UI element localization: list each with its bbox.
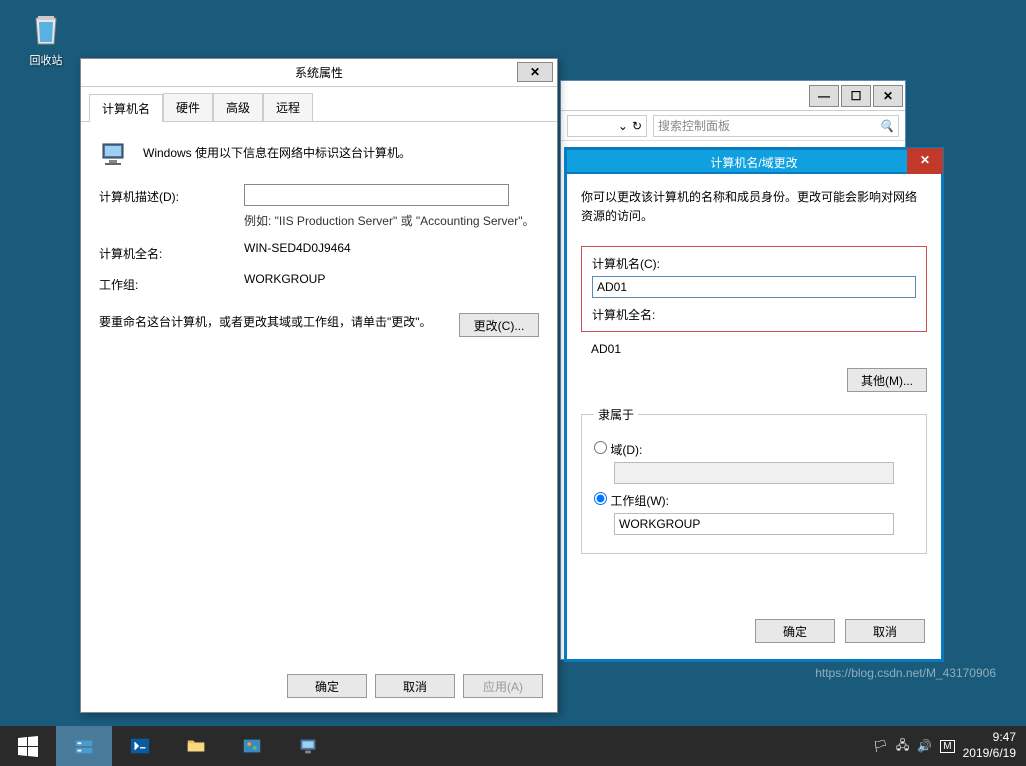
cancel-button[interactable]: 取消 — [845, 619, 925, 643]
fullname-label: 计算机全名: — [99, 241, 244, 262]
dialog-title: 计算机名/域更改 — [710, 156, 797, 170]
computer-name-label: 计算机名(C): — [592, 255, 916, 272]
refresh-icon[interactable]: ↻ — [632, 119, 642, 133]
fullname-label: 计算机全名: — [592, 306, 916, 323]
computer-name-input[interactable] — [592, 276, 916, 298]
task-explorer[interactable] — [168, 726, 224, 766]
ok-button[interactable]: 确定 — [755, 619, 835, 643]
tab-computer-name[interactable]: 计算机名 — [89, 94, 163, 122]
computer-icon — [99, 138, 131, 170]
search-icon: 🔍 — [879, 119, 894, 133]
description-hint: 例如: "IIS Production Server" 或 "Accountin… — [244, 212, 539, 231]
tray-flag-icon[interactable]: 🏳 — [873, 739, 888, 753]
clock[interactable]: 9:47 2019/6/19 — [963, 730, 1016, 761]
tray-ime-icon[interactable]: M — [940, 740, 954, 753]
fullname-value: AD01 — [581, 340, 927, 364]
ok-button[interactable]: 确定 — [287, 674, 367, 698]
member-of-legend: 隶属于 — [594, 406, 638, 423]
task-system[interactable] — [280, 726, 336, 766]
folder-icon — [185, 735, 207, 757]
search-input[interactable]: 搜索控制面板 🔍 — [653, 115, 899, 137]
other-button[interactable]: 其他(M)... — [847, 368, 927, 392]
rename-hint: 你可以更改该计算机的名称和成员身份。更改可能会影响对网络资源的访问。 — [581, 188, 927, 226]
close-button[interactable]: ✕ — [907, 148, 943, 174]
tray-volume-icon[interactable]: 🔊 — [917, 739, 932, 753]
minimize-button[interactable]: — — [809, 85, 839, 107]
workgroup-value: WORKGROUP — [244, 272, 539, 286]
tab-remote[interactable]: 远程 — [263, 93, 313, 121]
close-button[interactable]: ✕ — [517, 62, 553, 82]
close-button[interactable]: ✕ — [873, 85, 903, 107]
computer-name-change-dialog: 计算机名/域更改 ✕ 你可以更改该计算机的名称和成员身份。更改可能会影响对网络资… — [564, 147, 944, 662]
change-button[interactable]: 更改(C)... — [459, 313, 539, 337]
computer-name-section: 计算机名(C): 计算机全名: — [581, 246, 927, 332]
system-tray[interactable]: 🏳 🖧 🔊 M 9:47 2019/6/19 — [863, 730, 1026, 761]
control-panel-icon — [241, 735, 263, 757]
description-input[interactable] — [244, 184, 509, 206]
member-of-group: 隶属于 域(D): 工作组(W): — [581, 406, 927, 554]
change-hint: 要重命名这台计算机，或者更改其域或工作组，请单击"更改"。 — [99, 313, 459, 332]
tab-advanced[interactable]: 高级 — [213, 93, 263, 121]
date: 2019/6/19 — [963, 746, 1016, 762]
windows-icon — [16, 734, 40, 758]
powershell-icon — [129, 735, 151, 757]
domain-radio[interactable] — [594, 441, 607, 454]
workgroup-input[interactable] — [614, 513, 894, 535]
intro-text: Windows 使用以下信息在网络中标识这台计算机。 — [143, 138, 411, 161]
tab-bar: 计算机名 硬件 高级 远程 — [81, 87, 557, 122]
workgroup-radio-label[interactable]: 工作组(W): — [594, 494, 669, 508]
workgroup-label: 工作组: — [99, 272, 244, 293]
task-server-manager[interactable] — [56, 726, 112, 766]
system-icon — [297, 735, 319, 757]
maximize-button[interactable]: ☐ — [841, 85, 871, 107]
dialog-title: 系统属性 — [295, 66, 343, 80]
domain-radio-label[interactable]: 域(D): — [594, 443, 642, 457]
start-button[interactable] — [0, 726, 56, 766]
server-manager-icon — [73, 735, 95, 757]
recycle-bin-icon — [26, 8, 66, 48]
search-placeholder: 搜索控制面板 — [658, 117, 730, 134]
domain-input — [614, 462, 894, 484]
tab-hardware[interactable]: 硬件 — [163, 93, 213, 121]
apply-button[interactable]: 应用(A) — [463, 674, 543, 698]
task-control-panel[interactable] — [224, 726, 280, 766]
address-bar[interactable]: ⌄ ↻ — [567, 115, 647, 137]
tray-network-icon[interactable]: 🖧 — [896, 736, 909, 757]
recycle-bin-label: 回收站 — [30, 55, 63, 67]
watermark: https://blog.csdn.net/M_43170906 — [815, 666, 996, 680]
recycle-bin[interactable]: 回收站 — [16, 8, 76, 68]
time: 9:47 — [963, 730, 1016, 746]
task-powershell[interactable] — [112, 726, 168, 766]
taskbar: 🏳 🖧 🔊 M 9:47 2019/6/19 — [0, 726, 1026, 766]
system-properties-dialog: 系统属性 ✕ 计算机名 硬件 高级 远程 Windows 使用以下信息在网络中标… — [80, 58, 558, 713]
description-label: 计算机描述(D): — [99, 184, 244, 205]
dropdown-icon: ⌄ — [618, 119, 628, 133]
fullname-value: WIN-SED4D0J9464 — [244, 241, 539, 255]
workgroup-radio[interactable] — [594, 492, 607, 505]
cancel-button[interactable]: 取消 — [375, 674, 455, 698]
